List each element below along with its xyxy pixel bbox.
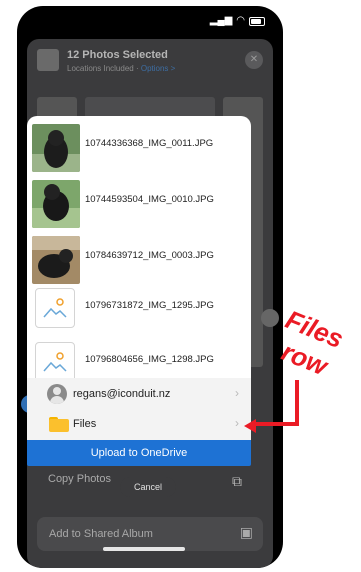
image-placeholder-icon (35, 342, 75, 378)
home-indicator (103, 547, 185, 551)
photo-thumbnail (32, 180, 80, 228)
status-bar: ▂▄▆ ◠ (17, 6, 283, 36)
file-item[interactable]: 10784639712_IMG_0003.JPG (27, 234, 251, 286)
add-album-label: Add to Shared Album (49, 528, 153, 540)
signal-icon: ▂▄▆ (209, 15, 233, 26)
copy-photos-label[interactable]: Copy Photos (48, 473, 111, 485)
wifi-icon: ◠ (236, 15, 245, 26)
file-name: 10744593504_IMG_0010.JPG (85, 194, 214, 205)
battery-icon (249, 16, 265, 26)
photo-thumbnail (32, 236, 80, 284)
file-name: 10784639712_IMG_0003.JPG (85, 250, 214, 261)
onedrive-file-list: 10744336368_IMG_0011.JPG 10744593504_IMG… (27, 116, 251, 378)
file-item[interactable]: 10744593504_IMG_0010.JPG (27, 178, 251, 230)
app-icon-right (261, 309, 279, 327)
files-row[interactable]: Files › (27, 410, 251, 440)
selection-thumbnail (37, 49, 59, 71)
chevron-right-icon: › (235, 386, 239, 400)
photo-thumbnail (32, 124, 80, 172)
account-label: regans@iconduit.nz (73, 388, 171, 400)
options-link[interactable]: Options > (141, 64, 175, 73)
file-name: 10796731872_IMG_1295.JPG (85, 300, 214, 311)
files-label: Files (73, 418, 97, 430)
onedrive-destination-list: regans@iconduit.nz › Files › (27, 378, 251, 440)
album-icon: ▣ (239, 524, 253, 540)
add-shared-album-row: Add to Shared Album ▣ (37, 517, 263, 551)
file-name: 10796804656_IMG_1298.JPG (85, 354, 214, 365)
copy-icon: ⧉ (232, 473, 242, 489)
annotation-arrow-head (244, 419, 256, 433)
share-subtitle: Locations Included · Options > (67, 64, 176, 73)
file-item[interactable]: 10744336368_IMG_0011.JPG (27, 122, 251, 174)
upload-to-onedrive-button[interactable]: Upload to OneDrive (27, 440, 251, 466)
file-item[interactable]: 10796731872_IMG_1295.JPG (27, 284, 251, 336)
share-header: 12 Photos Selected Locations Included · … (37, 49, 263, 85)
share-title: 12 Photos Selected (67, 49, 168, 61)
locations-text: Locations Included (67, 64, 134, 73)
annotation-arrow-horizontal (254, 422, 299, 426)
folder-icon (49, 417, 69, 432)
account-row[interactable]: regans@iconduit.nz › (27, 380, 251, 410)
image-placeholder-icon (35, 288, 75, 328)
file-item[interactable]: 10796804656_IMG_1298.JPG (27, 338, 251, 378)
cancel-button[interactable]: Cancel (120, 477, 176, 497)
close-icon[interactable]: ✕ (245, 51, 263, 69)
annotation-arrow-vertical (295, 380, 299, 426)
file-name: 10744336368_IMG_0011.JPG (85, 138, 214, 149)
chevron-right-icon: › (235, 416, 239, 430)
avatar-icon (47, 384, 67, 404)
